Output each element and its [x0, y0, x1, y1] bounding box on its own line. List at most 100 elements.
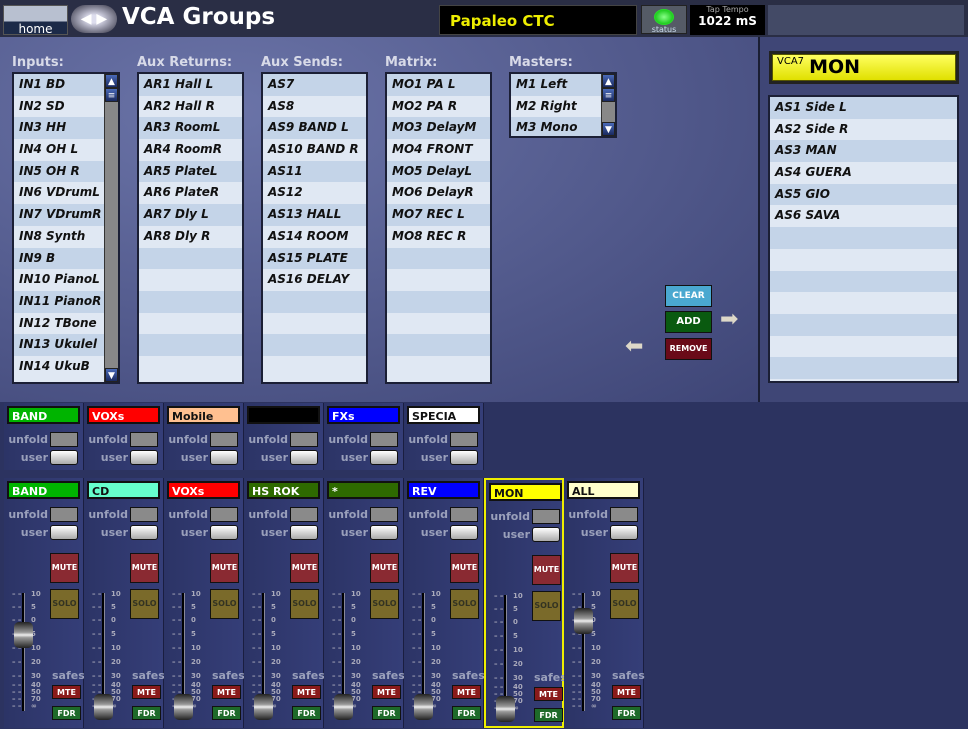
list-item[interactable]: IN8 Synth [14, 226, 104, 248]
user-button[interactable] [210, 525, 238, 540]
list-item[interactable] [387, 334, 490, 356]
list-item[interactable] [139, 356, 242, 378]
vca-member-item[interactable] [770, 336, 957, 358]
solo-button[interactable]: SOLO [290, 589, 319, 619]
strip-name[interactable]: ALL [567, 481, 640, 499]
user-button[interactable] [610, 525, 638, 540]
list-item[interactable]: AR6 PlateR [139, 182, 242, 204]
strip-name[interactable]: * [327, 481, 400, 499]
strip-name[interactable]: BAND [7, 406, 80, 424]
strip-name[interactable]: HS ROK [247, 481, 320, 499]
fader-handle[interactable] [574, 608, 593, 634]
list-item[interactable]: MO3 DelayM [387, 117, 490, 140]
solo-button[interactable]: SOLO [50, 589, 79, 619]
list-item[interactable]: IN3 HH [14, 117, 104, 140]
list-item[interactable]: AR7 Dly L [139, 204, 242, 226]
unfold-button[interactable] [450, 432, 478, 447]
list-item[interactable]: AS13 HALL [263, 204, 366, 226]
vca-member-item[interactable] [770, 249, 957, 271]
list-item[interactable]: MO1 PA L [387, 74, 490, 96]
vca-member-item[interactable]: AS5 GIO [770, 183, 957, 206]
channel-list[interactable]: M1 Left M2 Right M3 Mono ▲ ≡ ▼ [509, 72, 617, 138]
list-item[interactable]: IN4 OH L [14, 139, 104, 161]
mute-button[interactable]: MUTE [130, 553, 159, 583]
strip-name[interactable]: FXs [327, 406, 400, 424]
safe-fader-button[interactable]: FDR [612, 706, 641, 720]
list-item[interactable]: AS16 DELAY [263, 269, 366, 291]
unfold-button[interactable] [532, 509, 560, 524]
unfold-button[interactable] [210, 432, 238, 447]
safe-fader-button[interactable]: FDR [452, 706, 481, 720]
tap-tempo-button[interactable]: Tap Tempo 1022 mS [690, 5, 765, 35]
solo-button[interactable]: SOLO [210, 589, 239, 619]
strip-name[interactable]: REV [407, 481, 480, 499]
user-button[interactable] [50, 450, 78, 465]
safe-mute-button[interactable]: MTE [372, 685, 401, 699]
fader-handle[interactable] [496, 696, 515, 722]
list-item[interactable]: M3 Mono [511, 117, 601, 136]
list-item[interactable]: AS12 [263, 182, 366, 204]
safe-fader-button[interactable]: FDR [292, 706, 321, 720]
mute-button[interactable]: MUTE [210, 553, 239, 583]
scroll-down-icon[interactable]: ▼ [105, 368, 118, 382]
list-item[interactable]: IN1 BD [14, 74, 104, 96]
channel-list[interactable]: MO1 PA L MO2 PA R MO3 DelayM MO4 FRONT MO5 D… [385, 72, 492, 384]
unfold-button[interactable] [450, 507, 478, 522]
scrollbar[interactable]: ▲ ≡ ▼ [601, 74, 615, 136]
solo-button[interactable]: SOLO [450, 589, 479, 619]
list-item[interactable] [263, 334, 366, 356]
unfold-button[interactable] [50, 432, 78, 447]
solo-button[interactable]: SOLO [370, 589, 399, 619]
list-item[interactable]: AS10 BAND R [263, 139, 366, 161]
list-item[interactable] [387, 313, 490, 335]
list-item[interactable]: IN10 PianoL [14, 269, 104, 291]
vca-member-item[interactable] [770, 270, 957, 293]
list-item[interactable] [139, 334, 242, 356]
mute-button[interactable]: MUTE [370, 553, 399, 583]
user-button[interactable] [370, 450, 398, 465]
list-item[interactable]: AR1 Hall L [139, 74, 242, 96]
list-item[interactable]: AS14 ROOM [263, 226, 366, 248]
strip-name[interactable]: CD [87, 481, 160, 499]
unfold-button[interactable] [370, 507, 398, 522]
list-item[interactable]: IN14 UkuB [14, 356, 104, 378]
list-item[interactable]: AS15 PLATE [263, 247, 366, 270]
unfold-button[interactable] [130, 507, 158, 522]
solo-button[interactable]: SOLO [532, 591, 561, 621]
clear-button[interactable]: CLEAR [665, 285, 712, 307]
safe-fader-button[interactable]: FDR [52, 706, 81, 720]
user-button[interactable] [532, 527, 560, 542]
channel-list[interactable]: IN1 BD IN2 SD IN3 HH IN4 OH L IN5 OH R IN6 VD… [12, 72, 120, 384]
user-button[interactable] [370, 525, 398, 540]
unfold-button[interactable] [290, 507, 318, 522]
unfold-button[interactable] [370, 432, 398, 447]
fader-handle[interactable] [414, 694, 433, 720]
list-item[interactable] [139, 313, 242, 335]
vca-member-item[interactable]: AS3 MAN [770, 140, 957, 163]
unfold-button[interactable] [610, 507, 638, 522]
fader-handle[interactable] [334, 694, 353, 720]
strip-name[interactable] [247, 406, 320, 424]
home-button[interactable]: home [3, 5, 68, 36]
list-item[interactable]: IN13 Ukulel [14, 334, 104, 356]
mute-button[interactable]: MUTE [50, 553, 79, 583]
fader-handle[interactable] [14, 622, 33, 648]
list-item[interactable]: AR3 RoomL [139, 117, 242, 140]
remove-button[interactable]: REMOVE [665, 338, 712, 360]
safe-fader-button[interactable]: FDR [212, 706, 241, 720]
add-button[interactable]: ADD [665, 311, 712, 333]
strip-name[interactable]: BAND [7, 481, 80, 499]
scroll-thumb[interactable]: ≡ [105, 88, 118, 102]
vca-member-item[interactable]: AS6 SAVA [770, 205, 957, 227]
list-item[interactable] [263, 356, 366, 378]
list-item[interactable]: AR8 Dly R [139, 226, 242, 248]
fader-handle[interactable] [254, 694, 273, 720]
list-item[interactable]: MO5 DelayL [387, 160, 490, 183]
user-button[interactable] [450, 450, 478, 465]
fader-handle[interactable] [94, 694, 113, 720]
list-item[interactable]: IN11 PianoR [14, 290, 104, 313]
list-item[interactable] [263, 290, 366, 313]
solo-button[interactable]: SOLO [610, 589, 639, 619]
list-item[interactable]: IN2 SD [14, 96, 104, 118]
fader-track[interactable] [22, 593, 25, 711]
